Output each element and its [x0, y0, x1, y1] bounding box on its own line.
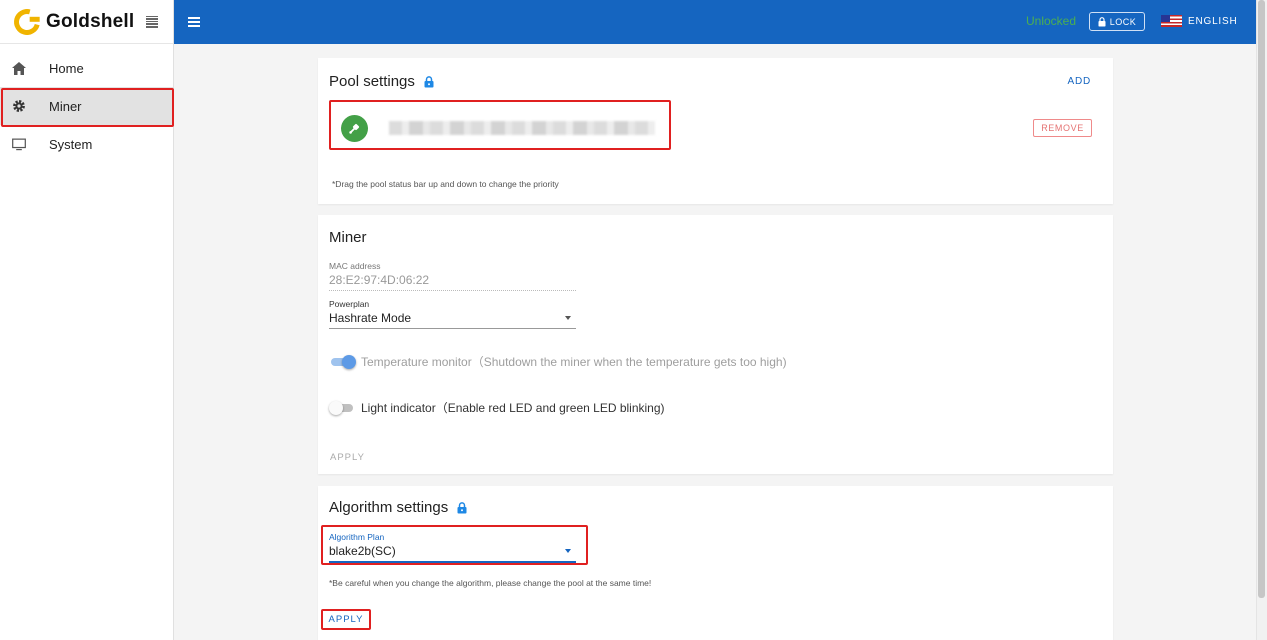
remove-pool-button[interactable]: REMOVE — [1033, 119, 1092, 137]
miner-title: Miner — [329, 229, 367, 246]
sidebar-item-label: Home — [49, 60, 84, 76]
language-selector[interactable]: ENGLISH — [1161, 15, 1238, 27]
algorithm-settings-card: Algorithm settings Algorithm Plan blake2… — [318, 486, 1113, 640]
pool-settings-title: Pool settings — [329, 73, 434, 90]
us-flag-icon — [1161, 15, 1182, 27]
home-icon — [12, 61, 26, 75]
goldshell-logo-icon — [9, 3, 45, 40]
sidebar-collapse-icon[interactable] — [146, 15, 159, 28]
language-label: ENGLISH — [1188, 15, 1238, 27]
pool-url-redacted — [389, 121, 655, 135]
pool-priority-note: *Drag the pool status bar up and down to… — [332, 179, 559, 189]
top-app-bar: Unlocked LOCK ENGLISH — [174, 0, 1256, 44]
powerplan-label: Powerplan — [329, 299, 370, 309]
sidebar-item-miner[interactable]: Miner — [0, 87, 173, 125]
sidebar-item-home[interactable]: Home — [0, 49, 173, 87]
light-indicator-toggle[interactable] — [329, 400, 357, 415]
algorithm-apply-button[interactable]: APPLY — [321, 609, 371, 630]
algorithm-plan-value: blake2b(SC) — [329, 544, 396, 558]
algorithm-warning-note: *Be careful when you change the algorith… — [329, 578, 652, 588]
scrollbar-thumb[interactable] — [1258, 0, 1265, 598]
gear-icon — [12, 99, 26, 113]
temperature-monitor-toggle[interactable] — [329, 354, 357, 369]
brand-header: Goldshell — [0, 0, 173, 44]
brand-name: Goldshell — [46, 10, 135, 32]
powerplan-select[interactable]: Powerplan Hashrate Mode — [329, 299, 576, 329]
monitor-icon — [12, 137, 26, 151]
lock-button-label: LOCK — [1109, 16, 1137, 27]
lock-button[interactable]: LOCK — [1089, 12, 1145, 31]
miner-title-text: Miner — [329, 229, 367, 246]
lock-icon — [1098, 16, 1106, 26]
powerplan-value: Hashrate Mode — [329, 311, 412, 325]
light-indicator-label: Light indicator（Enable red LED and green… — [361, 401, 665, 415]
sidebar-item-label: System — [49, 136, 93, 152]
add-pool-button[interactable]: ADD — [1067, 76, 1091, 87]
mac-address-label: MAC address — [329, 261, 381, 271]
algorithm-plan-label: Algorithm Plan — [329, 532, 385, 542]
pool-settings-card: Pool settings ADD REMOVE *Drag the pool … — [318, 58, 1113, 204]
mac-address-value: 28:E2:97:4D:06:22 — [329, 273, 430, 287]
algorithm-plan-highlight: Algorithm Plan blake2b(SC) — [321, 525, 588, 565]
pool-connected-icon — [341, 115, 368, 142]
chevron-down-icon — [565, 316, 571, 320]
sidebar-item-system[interactable]: System — [0, 125, 173, 163]
miner-apply-button[interactable]: APPLY — [330, 452, 365, 463]
lock-status: Unlocked — [1026, 14, 1077, 28]
sidebar: Goldshell Home Miner System — [0, 0, 174, 640]
algorithm-settings-title-text: Algorithm settings — [329, 499, 449, 516]
mac-address-field: MAC address 28:E2:97:4D:06:22 — [329, 261, 576, 291]
light-indicator-row: Light indicator（Enable red LED and green… — [329, 399, 665, 416]
chevron-down-icon — [565, 549, 571, 553]
algorithm-settings-title: Algorithm settings — [329, 499, 467, 516]
pool-settings-title-text: Pool settings — [329, 73, 415, 90]
temperature-monitor-label: Temperature monitor（Shutdown the miner w… — [361, 355, 787, 369]
algorithm-plan-select[interactable]: Algorithm Plan blake2b(SC) — [329, 532, 576, 563]
lock-icon — [424, 75, 434, 87]
sidebar-item-label: Miner — [49, 98, 82, 114]
miner-card: Miner MAC address 28:E2:97:4D:06:22 Powe… — [318, 215, 1113, 474]
lock-icon — [457, 501, 467, 513]
pool-status-bar[interactable] — [329, 100, 671, 150]
temperature-monitor-row: Temperature monitor（Shutdown the miner w… — [329, 353, 787, 370]
menu-icon[interactable] — [188, 17, 200, 27]
